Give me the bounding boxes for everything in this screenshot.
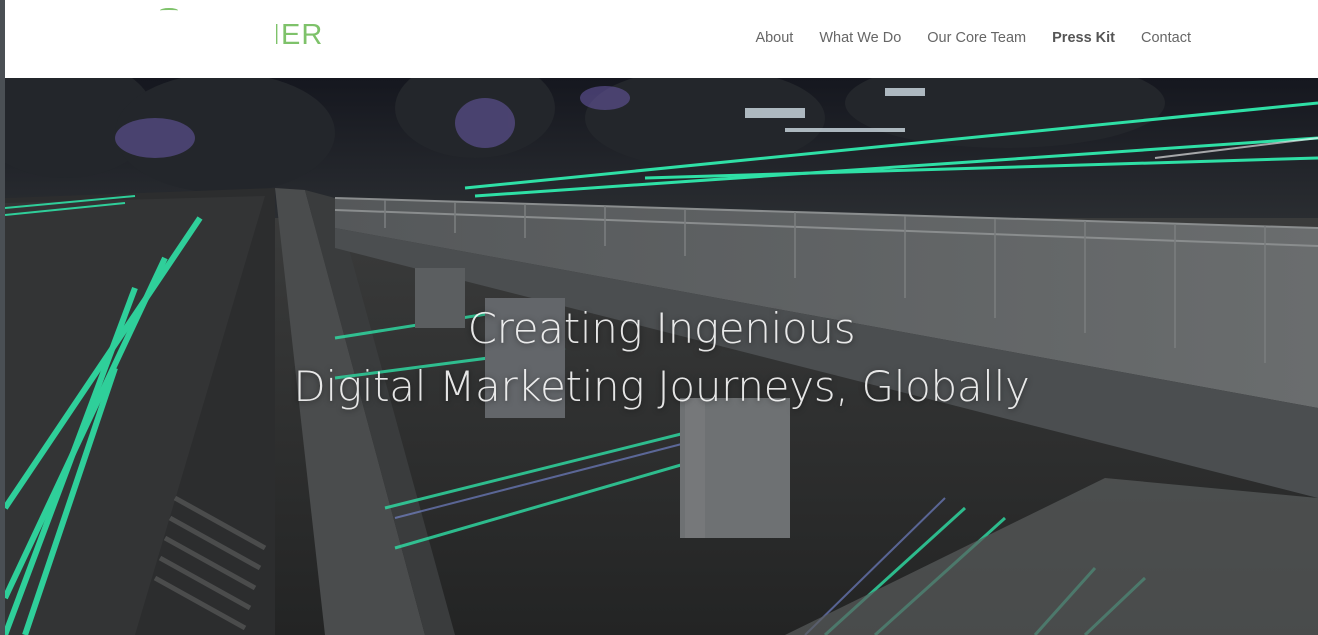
nav-press-kit[interactable]: Press Kit xyxy=(1052,29,1115,47)
hero-headline-line-2: Digital Marketing Journeys, Globally xyxy=(293,362,1030,411)
logo-text: IER xyxy=(272,19,324,51)
logo-mark xyxy=(160,8,178,13)
nav-about[interactable]: About xyxy=(755,29,793,47)
page: IER About What We Do Our Core Team Press… xyxy=(0,0,1318,635)
hero-headline: Creating Ingenious Digital Marketing Jou… xyxy=(5,300,1318,416)
hero-headline-line-1: Creating Ingenious xyxy=(467,304,856,353)
hero-banner: Creating Ingenious Digital Marketing Jou… xyxy=(5,78,1318,635)
nav-what-we-do[interactable]: What We Do xyxy=(819,29,901,47)
nav-our-core-team[interactable]: Our Core Team xyxy=(927,29,1026,47)
site-header: IER About What We Do Our Core Team Press… xyxy=(5,0,1318,78)
main-nav: About What We Do Our Core Team Press Kit… xyxy=(755,29,1191,47)
site-logo[interactable]: IER xyxy=(155,0,345,60)
nav-contact[interactable]: Contact xyxy=(1141,29,1191,47)
